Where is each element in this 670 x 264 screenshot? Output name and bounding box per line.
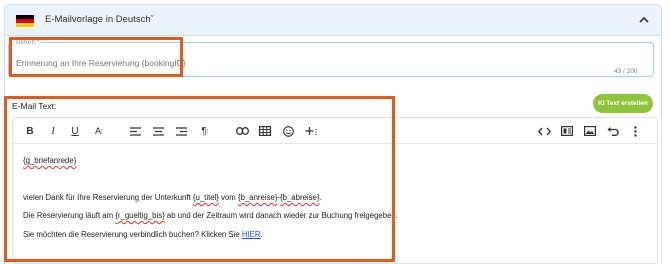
emoji-icon[interactable] — [281, 123, 295, 139]
subject-label: Betreff * — [14, 39, 42, 46]
align-center-icon[interactable] — [151, 123, 165, 139]
email-text-label: E-Mail Text: — [12, 101, 57, 111]
chevron-up-icon[interactable] — [637, 12, 651, 26]
insert-more-icon[interactable] — [303, 123, 319, 139]
italic-icon[interactable]: I — [46, 123, 60, 139]
table-icon[interactable] — [258, 123, 272, 139]
image-icon[interactable] — [582, 123, 598, 139]
align-right-icon[interactable] — [174, 123, 188, 139]
salutation-line: {g_briefanrede} — [23, 156, 77, 165]
email-text-editor[interactable]: B I U A ⁝ ¶ ⁝ {g_briefanrede} vielen Dan… — [12, 117, 658, 264]
booking-prompt-line: Sie möchten die Reservierung verbindlich… — [23, 230, 263, 239]
editor-toolbar: B I U A ⁝ ¶ ⁝ — [13, 118, 657, 144]
panel-title: E-Mailvorlage in Deutschˇ — [45, 14, 154, 25]
font-size-icon[interactable]: A ⁝ — [91, 123, 107, 139]
ai-generate-text-button[interactable]: KI Text erstellen — [593, 94, 653, 113]
underline-icon[interactable]: U — [68, 123, 82, 139]
paragraph-format-icon[interactable]: ¶ ⁝ — [197, 123, 213, 139]
bold-icon[interactable]: B — [23, 123, 37, 139]
template-panel-header[interactable]: E-Mailvorlage in Deutschˇ — [4, 4, 662, 36]
undo-icon[interactable] — [605, 123, 621, 139]
here-link[interactable]: HIER — [242, 230, 261, 239]
link-icon[interactable] — [235, 123, 249, 139]
template-block-icon[interactable] — [559, 123, 575, 139]
german-flag-icon — [16, 15, 34, 27]
code-view-icon[interactable] — [536, 123, 552, 139]
more-options-icon[interactable] — [629, 123, 641, 139]
align-left-icon[interactable] — [128, 123, 142, 139]
thanks-line: vielen Dank für Ihre Reservierung der Un… — [23, 193, 322, 202]
character-counter: 43 / 200 — [614, 68, 638, 75]
expiry-line: Die Reservierung läuft am {r_gueltig_bis… — [23, 211, 398, 220]
subject-input[interactable] — [16, 57, 576, 69]
